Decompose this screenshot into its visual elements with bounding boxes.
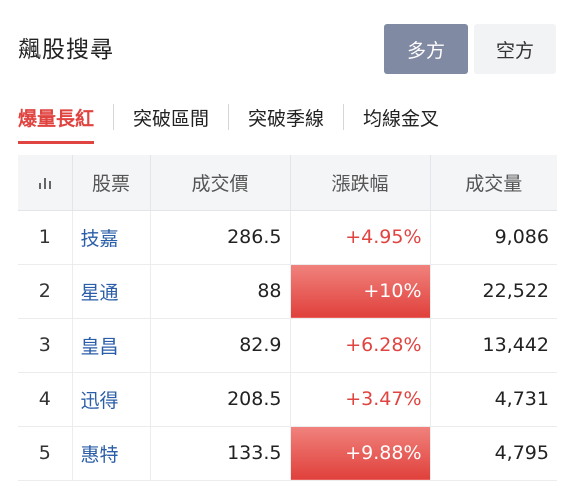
volume-header[interactable]: 成交量 [430,155,557,211]
change-cell-limit-up: +10% [290,264,431,319]
tab-volume-surge[interactable]: 爆量長紅 [18,92,95,144]
direction-toggle: 多方 空方 [384,24,556,74]
short-button[interactable]: 空方 [474,24,556,74]
rank-header[interactable] [18,155,73,211]
tab-divider [343,104,345,130]
rank-cell: 2 [18,264,73,319]
stock-name-link[interactable]: 星通 [72,264,151,319]
tab-range-breakout[interactable]: 突破區間 [133,92,209,142]
price-header[interactable]: 成交價 [150,155,291,211]
table-row[interactable]: 5 惠特 133.5 +9.88% 4,795 [18,426,557,481]
table-row[interactable]: 1 技嘉 286.5 +4.95% 9,086 [18,210,557,265]
screener-tabs: 爆量長紅 突破區間 突破季線 均線金叉 [18,92,439,144]
stock-screener-panel: 飆股搜尋 多方 空方 爆量長紅 突破區間 突破季線 均線金叉 股票 成交價 漲跌… [0,0,580,500]
volume-cell: 4,795 [430,426,557,481]
stock-header[interactable]: 股票 [72,155,151,211]
bar-chart-icon [38,177,51,189]
price-cell: 133.5 [150,426,291,481]
volume-cell: 4,731 [430,372,557,427]
change-cell-limit-up: +9.88% [290,426,431,481]
tab-divider [228,104,230,130]
price-cell: 208.5 [150,372,291,427]
change-cell: +4.95% [290,210,431,265]
rank-cell: 4 [18,372,73,427]
results-table: 股票 成交價 漲跌幅 成交量 1 技嘉 286.5 +4.95% 9,086 2… [18,155,557,481]
long-button[interactable]: 多方 [384,24,468,74]
price-cell: 88 [150,264,291,319]
price-cell: 286.5 [150,210,291,265]
tab-golden-cross[interactable]: 均線金叉 [363,92,439,142]
table-header-row: 股票 成交價 漲跌幅 成交量 [18,155,557,211]
change-header[interactable]: 漲跌幅 [290,155,431,211]
tab-divider [113,104,115,130]
page-title: 飆股搜尋 [18,37,114,63]
volume-cell: 9,086 [430,210,557,265]
rank-cell: 1 [18,210,73,265]
stock-name-link[interactable]: 迅得 [72,372,151,427]
rank-cell: 3 [18,318,73,373]
table-row[interactable]: 3 皇昌 82.9 +6.28% 13,442 [18,318,557,373]
change-cell: +6.28% [290,318,431,373]
price-cell: 82.9 [150,318,291,373]
volume-cell: 13,442 [430,318,557,373]
table-row[interactable]: 2 星通 88 +10% 22,522 [18,264,557,319]
stock-name-link[interactable]: 技嘉 [72,210,151,265]
tab-quarterly-ma-breakout[interactable]: 突破季線 [248,92,324,142]
volume-cell: 22,522 [430,264,557,319]
stock-name-link[interactable]: 皇昌 [72,318,151,373]
rank-cell: 5 [18,426,73,481]
table-row[interactable]: 4 迅得 208.5 +3.47% 4,731 [18,372,557,427]
change-cell: +3.47% [290,372,431,427]
stock-name-link[interactable]: 惠特 [72,426,151,481]
